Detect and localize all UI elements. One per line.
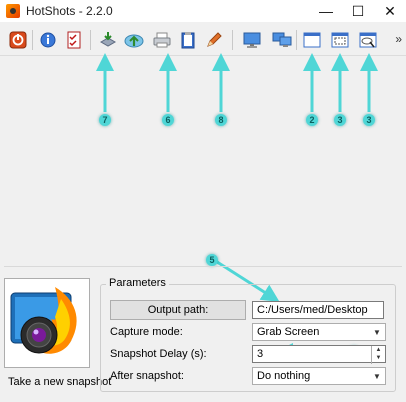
parameters-title: Parameters: [106, 277, 169, 289]
capture-mode-value: Grab Screen: [257, 326, 320, 338]
annotation-number: 6: [162, 114, 174, 126]
annotation-number: 8: [215, 114, 227, 126]
output-path-button[interactable]: Output path:: [110, 300, 246, 320]
snapshot-delay-label: Snapshot Delay (s):: [110, 348, 207, 360]
new-snapshot-button[interactable]: [4, 278, 90, 368]
after-snapshot-select[interactable]: Do nothing ▼: [252, 367, 386, 385]
annotation-number: 2: [306, 114, 318, 126]
chevron-down-icon: ▼: [373, 327, 381, 337]
chevron-down-icon: ▼: [373, 371, 381, 381]
capture-mode-label: Capture mode:: [110, 326, 183, 338]
capture-mode-select[interactable]: Grab Screen ▼: [252, 323, 386, 341]
hotshots-logo-icon: [10, 287, 77, 354]
snapshot-delay-value: 3: [257, 348, 264, 360]
after-snapshot-label: After snapshot:: [110, 370, 184, 382]
annotation-number: 3: [334, 114, 346, 126]
spin-buttons[interactable]: ▲ ▼: [371, 346, 385, 364]
annotation-number: 5: [206, 254, 218, 266]
snapshot-caption: Take a new snapshot: [8, 376, 112, 388]
snapshot-delay-spinbox[interactable]: 3 ▲ ▼: [252, 345, 386, 364]
annotation-number: 3: [363, 114, 375, 126]
spin-down-icon[interactable]: ▼: [372, 354, 385, 362]
output-path-field[interactable]: C:/Users/med/Desktop: [252, 301, 384, 319]
spin-up-icon[interactable]: ▲: [372, 346, 385, 354]
annotation-number: 7: [99, 114, 111, 126]
after-snapshot-value: Do nothing: [257, 370, 311, 382]
